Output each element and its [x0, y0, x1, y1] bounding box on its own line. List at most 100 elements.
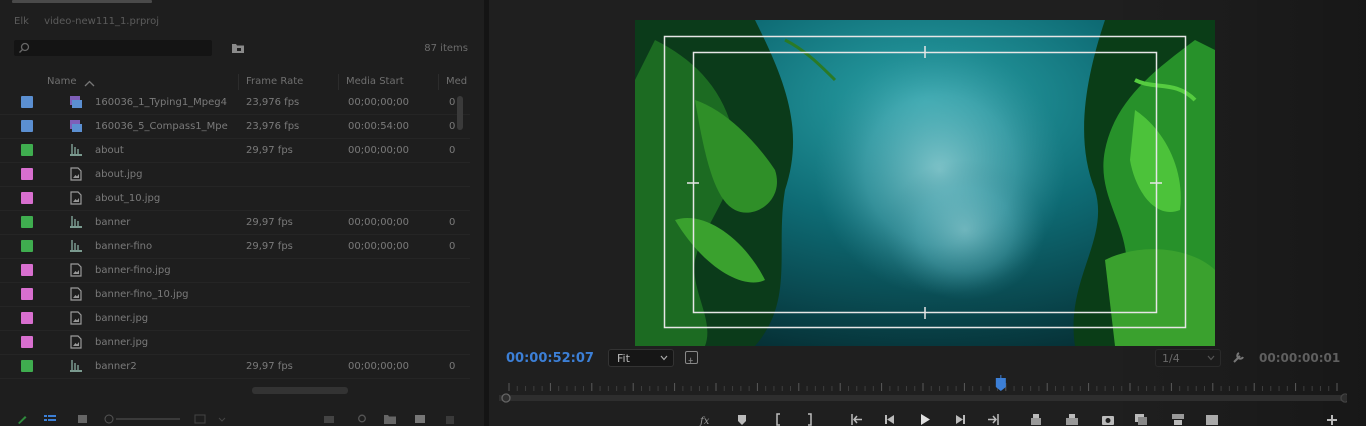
overlay-comparison-icon[interactable]: [1134, 413, 1148, 426]
items-count: 87 items: [424, 43, 468, 54]
search-input[interactable]: [14, 40, 212, 56]
current-timecode[interactable]: 00:00:52:07: [506, 351, 594, 366]
playback-resolution-dropdown[interactable]: 1/4: [1155, 349, 1221, 367]
horizontal-scrollbar[interactable]: [252, 387, 348, 394]
label-color-swatch[interactable]: [21, 312, 33, 324]
play-icon[interactable]: [918, 413, 932, 426]
column-media-start[interactable]: Media Start: [346, 76, 404, 87]
label-color-swatch[interactable]: [21, 336, 33, 348]
duration-timecode: 00:00:00:01: [1259, 351, 1341, 365]
extract-icon[interactable]: [1065, 413, 1079, 426]
label-color-swatch[interactable]: [21, 144, 33, 156]
zoom-level-value: Fit: [617, 352, 630, 365]
transport-controls: fx: [489, 410, 1366, 426]
item-name: banner: [95, 217, 131, 228]
chevron-down-icon: [660, 355, 668, 361]
item-media-end: 0: [449, 145, 456, 156]
list-item[interactable]: banner-fino_10.jpg: [0, 283, 470, 307]
label-color-swatch[interactable]: [21, 168, 33, 180]
list-item[interactable]: about.jpg: [0, 163, 470, 187]
sort-icons-icon[interactable]: [194, 414, 206, 424]
list-item[interactable]: 160036_1_Typing1_Mpeg4 23,976 fps 00;00;00…: [0, 91, 470, 115]
new-item-icon[interactable]: [414, 414, 426, 424]
new-bin-bottom-icon[interactable]: [384, 414, 396, 424]
list-item[interactable]: 160036_5_Compass1_Mpe 23,976 fps 00:00:54:…: [0, 115, 470, 139]
pencil-icon[interactable]: [16, 414, 28, 424]
item-media-start: 00:00:54:00: [348, 121, 410, 132]
wrench-icon[interactable]: [1232, 350, 1246, 364]
item-frame-rate: 29,97 fps: [246, 217, 293, 228]
trash-icon[interactable]: [444, 414, 456, 424]
mark-out-icon[interactable]: [803, 413, 817, 426]
export-frame-icon[interactable]: [1101, 413, 1115, 426]
list-item[interactable]: banner.jpg: [0, 307, 470, 331]
item-media-start: 00;00;00;00: [348, 241, 410, 252]
column-media-end[interactable]: Med: [446, 76, 467, 87]
list-item[interactable]: about 29,97 fps 00;00;00;00 0: [0, 139, 470, 163]
label-color-swatch[interactable]: [21, 240, 33, 252]
label-color-swatch[interactable]: [21, 96, 33, 108]
step-forward-icon[interactable]: [953, 413, 967, 426]
label-color-swatch[interactable]: [21, 120, 33, 132]
sequence-icon: [70, 144, 82, 156]
video-preview[interactable]: [635, 20, 1215, 346]
column-name[interactable]: Name: [47, 76, 77, 87]
safe-margin-guides: [663, 35, 1187, 329]
list-item[interactable]: banner2 29,97 fps 00;00;00;00 0: [0, 355, 470, 379]
label-color-swatch[interactable]: [21, 216, 33, 228]
item-media-end: 0: [449, 361, 456, 372]
mark-in-icon[interactable]: [771, 413, 785, 426]
insert-icon[interactable]: [1171, 413, 1185, 426]
go-to-out-icon[interactable]: [987, 413, 1001, 426]
icon-view-icon[interactable]: [77, 414, 89, 424]
label-color-swatch[interactable]: [21, 192, 33, 204]
path-segment-root[interactable]: Elk: [14, 16, 29, 27]
item-media-start: 00;00;00;00: [348, 97, 410, 108]
label-color-swatch[interactable]: [21, 288, 33, 300]
sort-ascending-icon: [84, 80, 95, 87]
list-item[interactable]: banner-fino.jpg: [0, 259, 470, 283]
sequence-icon: [70, 216, 82, 228]
lift-icon[interactable]: [1029, 413, 1043, 426]
still-image-icon: [70, 311, 82, 325]
path-segment-project[interactable]: video-new111_1.prproj: [44, 16, 159, 27]
safe-margins-toggle[interactable]: [685, 351, 698, 364]
label-color-swatch[interactable]: [21, 360, 33, 372]
item-name: banner-fino_10.jpg: [95, 289, 189, 300]
search-icon: [19, 42, 30, 53]
vertical-scrollbar[interactable]: [457, 96, 463, 130]
add-marker-icon[interactable]: [735, 413, 749, 426]
video-audio-clip-icon: [70, 120, 82, 132]
add-button-icon[interactable]: [1325, 413, 1339, 426]
go-to-in-icon[interactable]: [849, 413, 863, 426]
list-item[interactable]: about_10.jpg: [0, 187, 470, 211]
time-ruler[interactable]: [499, 375, 1347, 405]
effects-fx-icon[interactable]: fx: [699, 413, 713, 426]
step-back-icon[interactable]: [883, 413, 897, 426]
video-audio-clip-icon: [70, 96, 82, 108]
list-view-icon[interactable]: [44, 414, 56, 424]
item-media-end: 0: [449, 217, 456, 228]
column-frame-rate[interactable]: Frame Rate: [246, 76, 303, 87]
new-bin-icon[interactable]: [231, 42, 245, 54]
still-image-icon: [70, 287, 82, 301]
item-name: about.jpg: [95, 169, 143, 180]
item-media-end: 0: [449, 121, 456, 132]
chevron-down-icon[interactable]: [216, 414, 228, 424]
still-image-icon: [70, 167, 82, 181]
still-image-icon: [70, 335, 82, 349]
item-name: banner-fino: [95, 241, 153, 252]
list-item[interactable]: banner.jpg: [0, 331, 470, 355]
sequence-icon: [70, 240, 82, 252]
sequence-icon: [70, 360, 82, 372]
label-color-swatch[interactable]: [21, 264, 33, 276]
zoom-level-dropdown[interactable]: Fit: [608, 349, 674, 367]
list-item[interactable]: banner-fino 29,97 fps 00;00;00;00 0: [0, 235, 470, 259]
find-icon[interactable]: [356, 414, 368, 424]
program-monitor: 00:00:52:07 Fit 1/4 00:00:00:01 fx: [489, 0, 1366, 426]
zoom-slider[interactable]: [104, 414, 180, 424]
overwrite-icon[interactable]: [1205, 413, 1219, 426]
automate-to-sequence-icon[interactable]: [323, 414, 335, 424]
list-item[interactable]: banner 29,97 fps 00;00;00;00 0: [0, 211, 470, 235]
project-bottom-toolbar: [0, 410, 484, 426]
